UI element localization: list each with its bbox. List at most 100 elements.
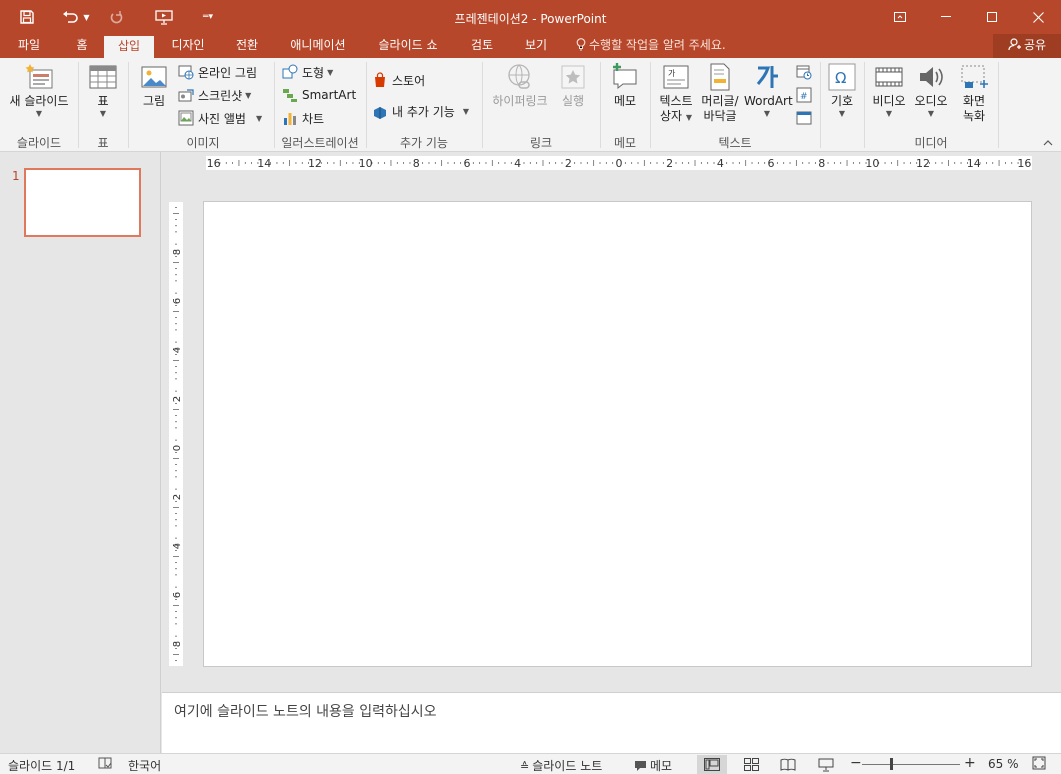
chart-button[interactable]: 차트 — [282, 108, 324, 128]
tab-insert[interactable]: 삽입 — [104, 36, 154, 58]
video-button[interactable]: 비디오 ▼ — [868, 62, 910, 119]
notes-pane[interactable]: 여기에 슬라이드 노트의 내용을 입력하십시오 — [162, 692, 1061, 753]
person-icon — [1008, 38, 1021, 51]
picture-label: 그림 — [142, 94, 166, 108]
tab-transitions[interactable]: 전환 — [224, 34, 270, 58]
share-button[interactable]: 공유 — [993, 34, 1061, 58]
hyperlink-icon — [508, 64, 530, 89]
close-icon[interactable] — [1015, 0, 1061, 34]
slide-canvas[interactable] — [203, 201, 1032, 667]
ruler-label: 10 — [865, 157, 879, 170]
comment-button[interactable]: 메모 — [606, 62, 644, 109]
table-button[interactable]: 표 ▼ — [84, 62, 122, 119]
tab-home[interactable]: 홈 — [64, 34, 100, 58]
ribbon-display-options-icon[interactable] — [877, 0, 923, 34]
tab-animations[interactable]: 애니메이션 — [280, 34, 356, 58]
picture-icon — [141, 66, 167, 88]
notes-toggle-button[interactable]: ≙ 슬라이드 노트 — [520, 757, 602, 774]
zoom-slider-track[interactable] — [862, 764, 960, 765]
minimize-icon[interactable] — [923, 0, 969, 34]
tab-review[interactable]: 검토 — [460, 34, 504, 58]
audio-label: 오디오 — [914, 94, 948, 108]
tab-slideshow[interactable]: 슬라이드 쇼 — [368, 34, 448, 58]
ruler-label: 8 — [172, 641, 183, 647]
symbols-button[interactable]: Ω 기호 ▼ — [824, 62, 860, 119]
language-indicator[interactable]: 한국어 — [128, 757, 161, 774]
slide-count: 슬라이드 1/1 — [8, 759, 76, 773]
ruler-label: 16 — [1017, 157, 1031, 170]
speaker-icon — [920, 67, 943, 87]
redo-icon[interactable] — [106, 5, 128, 29]
reading-view-button[interactable] — [773, 755, 803, 774]
zoom-level[interactable]: 65 % — [988, 757, 1019, 771]
slide-sorter-view-button[interactable] — [736, 755, 766, 774]
hyperlink-button[interactable]: 하이퍼링크 — [488, 62, 552, 109]
photo-album-button[interactable]: 사진 앨범 ▼ — [178, 108, 262, 128]
ruler-label: 12 — [916, 157, 930, 170]
screenshot-button[interactable]: 스크린샷 ▼ — [178, 85, 251, 105]
picture-button[interactable]: 그림 — [134, 62, 174, 109]
tab-design[interactable]: 디자인 — [160, 34, 216, 58]
ruler-label: 8 — [413, 157, 420, 170]
zoom-in-button[interactable]: + — [964, 755, 976, 771]
collapse-ribbon-icon[interactable] — [1043, 138, 1053, 149]
wordart-button[interactable]: WordArt ▼ — [744, 62, 793, 119]
smartart-button[interactable]: SmartArt — [282, 85, 356, 105]
zoom-out-button[interactable]: − — [850, 755, 862, 771]
screen-recording-button[interactable]: 화면 녹화 — [954, 62, 994, 124]
undo-icon[interactable]: ▼ — [58, 5, 94, 29]
customize-qat-icon[interactable]: ═▾ — [198, 5, 218, 29]
zoom-slider-thumb[interactable] — [890, 758, 893, 770]
tab-view[interactable]: 보기 — [514, 34, 558, 58]
save-icon[interactable] — [14, 5, 40, 29]
group-label-images: 이미지 — [186, 136, 220, 150]
maximize-icon[interactable] — [969, 0, 1015, 34]
tab-file[interactable]: 파일 — [6, 34, 52, 58]
new-slide-button[interactable]: 새 슬라이드 ▼ — [4, 62, 74, 119]
audio-button[interactable]: 오디오 ▼ — [910, 62, 952, 119]
group-separator — [998, 62, 999, 148]
store-button[interactable]: 스토어 — [372, 70, 425, 90]
title-bar: ▼ ═▾ 프레젠테이션2 - PowerPoint — [0, 0, 1061, 34]
chevron-down-icon: ▼ — [99, 109, 107, 118]
status-bar: 슬라이드 1/1 한국어 ≙ 슬라이드 노트 메모 − + 65 % — [0, 753, 1061, 774]
comments-toggle-button[interactable]: 메모 — [634, 757, 672, 774]
spell-check-icon[interactable] — [98, 756, 112, 773]
group-label-text: 텍스트 — [718, 136, 752, 150]
share-label: 공유 — [1023, 38, 1047, 52]
normal-view-button[interactable] — [697, 755, 727, 774]
action-button[interactable]: 실행 — [554, 62, 592, 109]
tell-me-box[interactable]: 수행할 작업을 알려 주세요. — [576, 34, 726, 58]
chart-icon — [284, 113, 296, 125]
ruler-label: 4 — [717, 157, 724, 170]
chevron-down-icon: ▼ — [327, 67, 334, 77]
table-label: 표 — [97, 94, 109, 108]
chevron-down-icon: ▼ — [763, 109, 771, 118]
textbox-button[interactable]: 가 텍스트 상자 ▼ — [654, 62, 698, 125]
slide-number-icon: # — [796, 87, 812, 103]
date-time-button[interactable] — [796, 62, 812, 82]
textbox-label-line2: 상자 ▼ — [654, 109, 698, 125]
ruler-label: 0 — [172, 445, 183, 451]
object-button[interactable] — [796, 108, 812, 128]
screen-recording-icon — [961, 65, 988, 88]
group-label-media: 미디어 — [914, 136, 948, 150]
present-from-beginning-icon[interactable] — [152, 5, 176, 29]
shapes-button[interactable]: 도형 ▼ — [282, 62, 333, 82]
header-footer-button[interactable]: 머리글/ 바닥글 — [698, 62, 742, 124]
online-pictures-button[interactable]: 온라인 그림 — [178, 62, 257, 82]
date-time-icon — [796, 65, 812, 80]
my-addins-label: 내 추가 기능 — [392, 104, 455, 119]
ruler-label: 4 — [172, 347, 183, 353]
fit-to-window-icon — [1032, 756, 1046, 770]
chevron-down-icon: ▼ — [927, 109, 935, 118]
ruler-label: 10 — [359, 157, 373, 170]
action-label: 실행 — [561, 94, 585, 108]
chart-label: 차트 — [302, 111, 325, 126]
slide-thumbnail[interactable] — [24, 168, 141, 237]
slideshow-view-button[interactable] — [811, 755, 841, 774]
slide-number-button[interactable]: # — [796, 85, 812, 105]
my-addins-button[interactable]: 내 추가 기능 ▼ — [372, 101, 469, 121]
ruler-label: 0 — [616, 157, 623, 170]
fit-slide-button[interactable] — [1032, 756, 1046, 773]
